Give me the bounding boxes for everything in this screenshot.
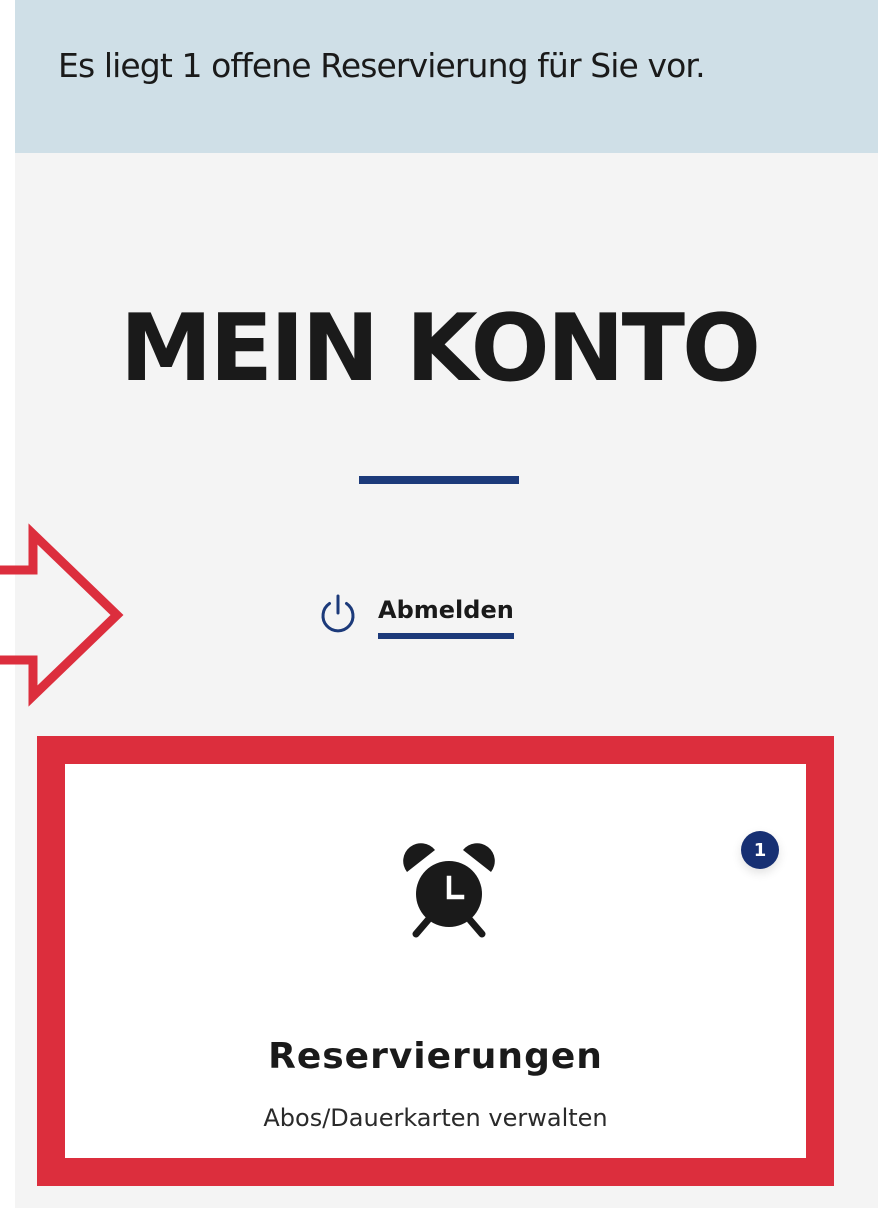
reservation-notice-banner: Es liegt 1 offene Reservierung für Sie v…	[15, 0, 878, 153]
logout-label: Abmelden	[378, 598, 514, 639]
card-title: Reservierungen	[268, 1036, 603, 1077]
reservation-count-badge: 1	[741, 831, 779, 869]
reservations-card-highlight[interactable]: 1 Reservierungen Abos/Dauerkarten verwal…	[37, 736, 834, 1186]
page-title: MEIN KONTO	[119, 294, 761, 402]
card-subtitle: Abos/Dauerkarten verwalten	[263, 1104, 608, 1132]
annotation-arrow	[0, 523, 124, 707]
alarm-clock-icon	[403, 843, 495, 938]
power-icon	[321, 594, 355, 633]
reservation-notice-text: Es liegt 1 offene Reservierung für Sie v…	[58, 46, 706, 85]
title-underline	[359, 476, 519, 484]
logout-link[interactable]: Abmelden	[318, 592, 514, 652]
